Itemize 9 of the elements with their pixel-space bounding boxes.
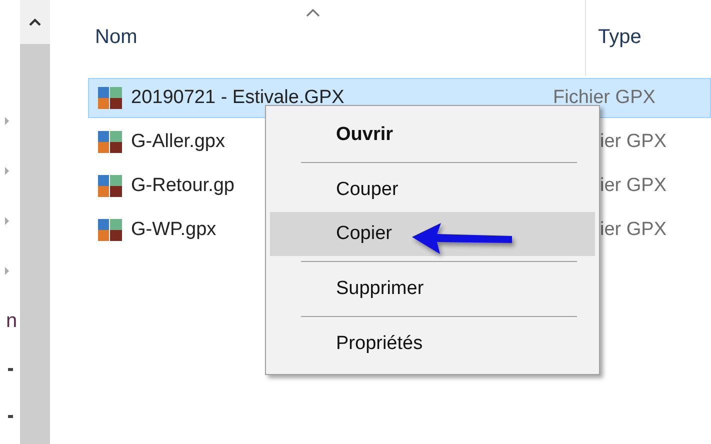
file-name: G-Aller.gpx	[131, 131, 225, 153]
file-type: Fichier GPX	[552, 87, 656, 109]
file-name: G-Retour.gp	[131, 175, 234, 197]
file-name: G-WP.gpx	[131, 219, 216, 241]
nav-label: n	[6, 310, 18, 332]
file-type: ier GPX	[599, 219, 668, 241]
file-type: ier GPX	[599, 131, 668, 153]
file-type: ier GPX	[599, 175, 668, 197]
file-name: 20190721 - Estivale.GPX	[131, 87, 344, 109]
